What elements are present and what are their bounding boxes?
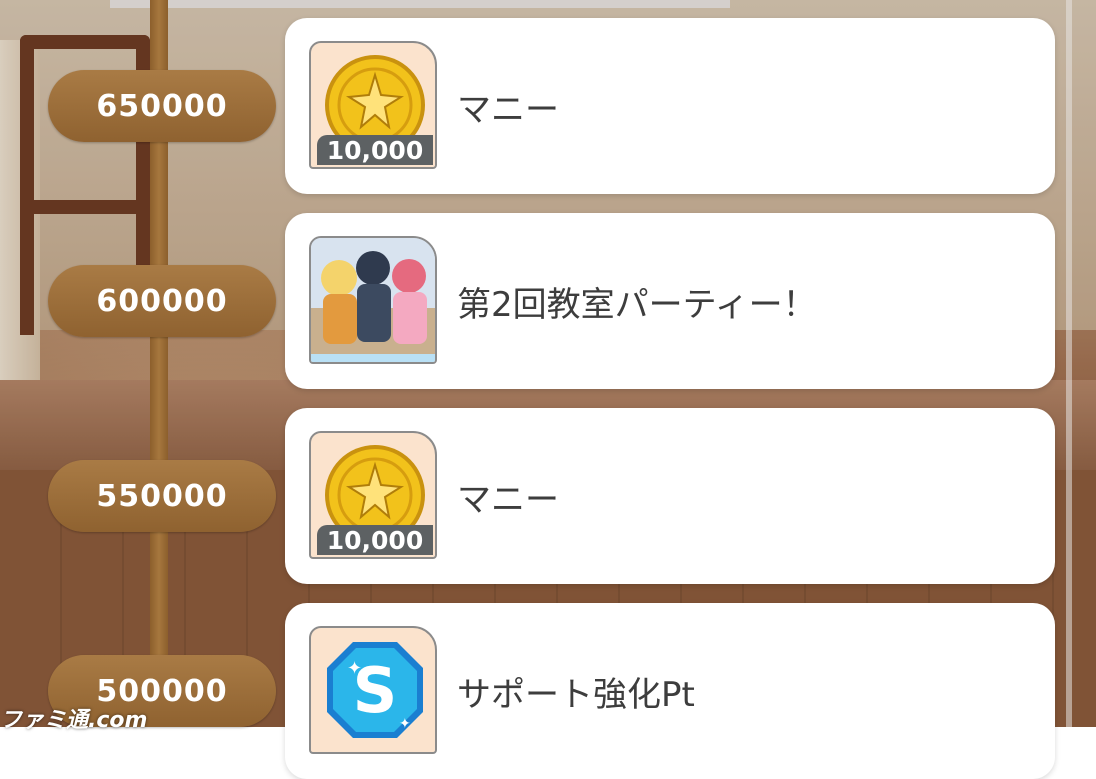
card-art-icon: [311, 238, 435, 362]
reward-name: サポート強化Pt: [457, 674, 695, 715]
tier-points: 600000: [96, 283, 228, 319]
svg-text:✦: ✦: [399, 716, 411, 732]
reward-thumbnail: 10,000: [309, 431, 437, 559]
support-pt-icon: S ✦ ✦: [327, 642, 423, 738]
quantity-badge: 10,000: [317, 135, 433, 165]
tier-points-pill: 550000: [48, 460, 276, 532]
reward-card[interactable]: 第2回教室パーティー！: [285, 213, 1055, 389]
reward-name: マニー: [457, 479, 559, 520]
tier-points: 550000: [96, 478, 228, 514]
reward-thumbnail: S ✦ ✦: [309, 626, 437, 754]
reward-card[interactable]: 10,000 マニー: [285, 408, 1055, 584]
reward-name: 第2回教室パーティー！: [457, 284, 817, 325]
svg-text:✦: ✦: [347, 658, 362, 679]
watermark: ファミ通.com: [0, 708, 148, 733]
tier-points: 650000: [96, 88, 228, 124]
tier-points-pill: 650000: [48, 70, 276, 142]
quantity-badge: 10,000: [317, 525, 433, 555]
reward-card[interactable]: 10,000 マニー: [285, 18, 1055, 194]
tier-points-pill: 600000: [48, 265, 276, 337]
reward-name: マニー: [457, 89, 559, 130]
reward-card[interactable]: S ✦ ✦ サポート強化Pt: [285, 603, 1055, 779]
reward-thumbnail: 10,000: [309, 41, 437, 169]
reward-thumbnail: [309, 236, 437, 364]
